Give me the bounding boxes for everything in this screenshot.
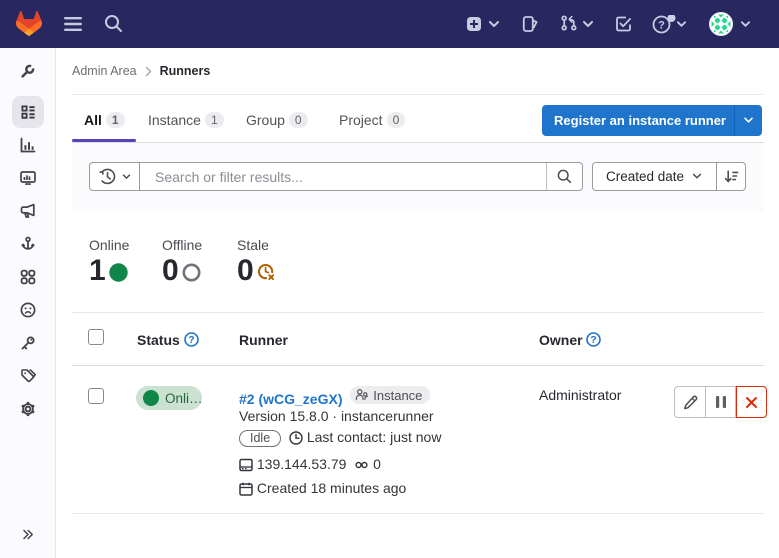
svg-text:?: ? [591,334,597,346]
svg-text:?: ? [188,334,194,346]
svg-text:?: ? [658,19,665,31]
